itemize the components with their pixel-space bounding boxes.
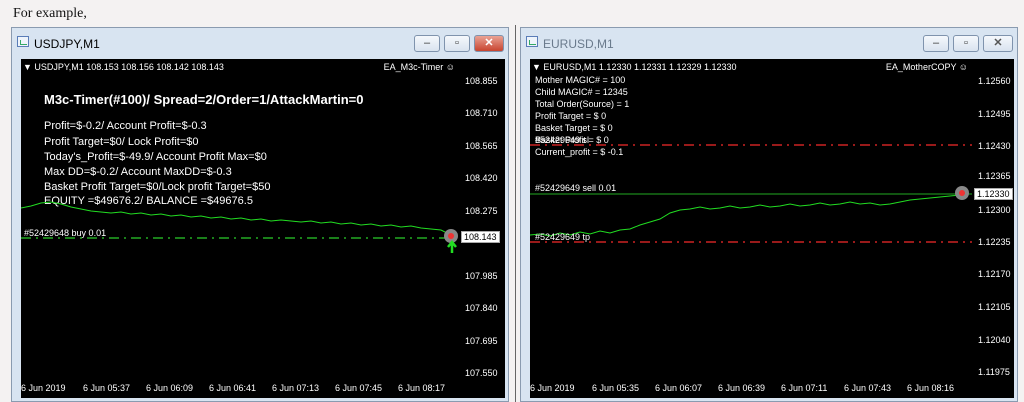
x-tick: 6 Jun 05:37 bbox=[83, 383, 131, 393]
x-tick: 6 Jun 07:45 bbox=[335, 383, 383, 393]
x-tick: 6 Jun 2019 bbox=[21, 383, 66, 393]
chart-window-usdjpy[interactable]: USDJPY,M1 – ▫ ✕ ▼ USDJPY,M1 108.153 108.… bbox=[11, 27, 509, 402]
window-titlebar[interactable]: USDJPY,M1 – ▫ ✕ bbox=[12, 28, 508, 57]
window-title: USDJPY,M1 bbox=[34, 37, 100, 51]
y-tick: 107.550 bbox=[465, 368, 498, 378]
price-axis[interactable]: 1.12560 1.12495 1.12430 1.12365 1.12330 … bbox=[972, 59, 1014, 380]
maximize-button[interactable]: ▫ bbox=[953, 35, 979, 52]
y-tick: 1.11975 bbox=[978, 367, 1010, 377]
maximize-button[interactable]: ▫ bbox=[444, 35, 470, 52]
y-tick: 1.12495 bbox=[978, 109, 1011, 119]
y-tick: 1.12040 bbox=[978, 335, 1011, 345]
y-tick: 108.420 bbox=[465, 173, 498, 183]
price-axis[interactable]: 108.855 108.710 108.565 108.420 108.275 … bbox=[459, 59, 505, 380]
y-tick: 1.12365 bbox=[978, 171, 1011, 181]
price-chart[interactable]: ▼ USDJPY,M1 108.153 108.156 108.142 108.… bbox=[21, 59, 459, 380]
y-tick: 1.12235 bbox=[978, 237, 1011, 247]
x-tick: 6 Jun 06:07 bbox=[655, 383, 703, 393]
chart-window-eurusd[interactable]: EURUSD,M1 – ▫ ✕ ▼ EURUSD,M1 1.12330 1.12… bbox=[520, 27, 1018, 402]
price-chart[interactable]: ▼ EURUSD,M1 1.12330 1.12331 1.12329 1.12… bbox=[530, 59, 972, 380]
x-tick: 6 Jun 2019 bbox=[530, 383, 575, 393]
close-button[interactable]: ✕ bbox=[474, 35, 504, 52]
y-tick: 108.275 bbox=[465, 206, 498, 216]
y-tick: 1.12430 bbox=[978, 141, 1011, 151]
x-tick: 6 Jun 05:35 bbox=[592, 383, 640, 393]
chart-window-icon bbox=[17, 36, 29, 47]
y-tick: 107.985 bbox=[465, 271, 498, 281]
y-tick: 108.855 bbox=[465, 76, 498, 86]
x-tick: 6 Jun 06:41 bbox=[209, 383, 257, 393]
x-tick: 6 Jun 08:16 bbox=[907, 383, 955, 393]
price-series bbox=[21, 201, 459, 253]
time-axis[interactable]: 6 Jun 2019 6 Jun 05:37 6 Jun 06:09 6 Jun… bbox=[21, 380, 505, 398]
y-tick: 1.12300 bbox=[978, 205, 1011, 215]
caption-text: For example, bbox=[13, 6, 87, 21]
y-tick: 1.12560 bbox=[978, 76, 1011, 86]
order-label: #52429649 sell 0.01 bbox=[535, 183, 617, 193]
y-tick: 107.695 bbox=[465, 336, 498, 346]
minimize-button[interactable]: – bbox=[923, 35, 949, 52]
current-price-box: 108.143 bbox=[461, 231, 500, 243]
y-tick: 1.12105 bbox=[978, 302, 1011, 312]
x-tick: 6 Jun 07:13 bbox=[272, 383, 320, 393]
splitter[interactable] bbox=[515, 25, 516, 402]
current-price-box: 1.12330 bbox=[974, 188, 1013, 200]
y-tick: 1.12170 bbox=[978, 269, 1011, 279]
close-button[interactable]: ✕ bbox=[983, 35, 1013, 52]
x-tick: 6 Jun 06:09 bbox=[146, 383, 194, 393]
y-tick: 108.710 bbox=[465, 108, 498, 118]
x-tick: 6 Jun 07:43 bbox=[844, 383, 892, 393]
x-tick: 6 Jun 07:11 bbox=[781, 383, 828, 393]
minimize-button[interactable]: – bbox=[414, 35, 440, 52]
order-label: #52429648 buy 0.01 bbox=[24, 228, 107, 238]
tp-label: #52429649 tp bbox=[535, 232, 591, 242]
chart-window-icon bbox=[526, 36, 538, 47]
window-title: EURUSD,M1 bbox=[543, 37, 614, 51]
price-series bbox=[530, 144, 972, 243]
y-tick: 107.840 bbox=[465, 303, 498, 313]
x-tick: 6 Jun 06:39 bbox=[718, 383, 766, 393]
y-tick: 108.565 bbox=[465, 141, 498, 151]
time-axis[interactable]: 6 Jun 2019 6 Jun 05:35 6 Jun 06:07 6 Jun… bbox=[530, 380, 1014, 398]
x-tick: 6 Jun 08:17 bbox=[398, 383, 446, 393]
window-titlebar[interactable]: EURUSD,M1 – ▫ ✕ bbox=[521, 28, 1017, 57]
